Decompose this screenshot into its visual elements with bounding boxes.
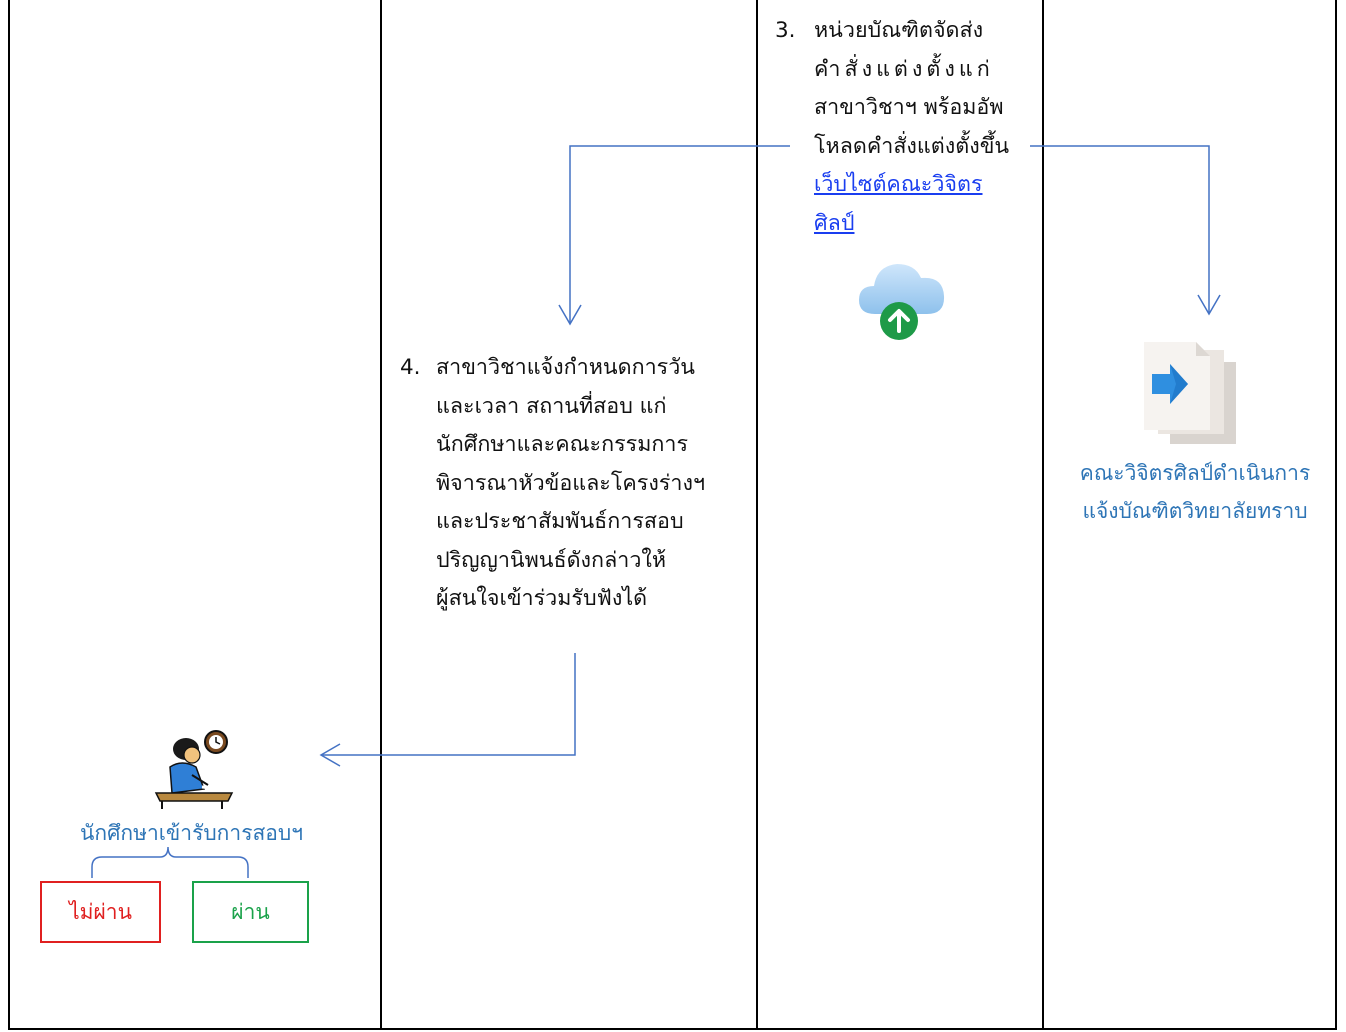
faculty-website-link[interactable]: เว็บไซต์คณะวิจิตร bbox=[814, 166, 1009, 205]
step-text-line: พิจารณาหัวข้อและโครงร่างฯ bbox=[436, 470, 706, 496]
faculty-notice-line: แจ้งบัณฑิตวิทยาลัยทราบ bbox=[1082, 499, 1308, 523]
step-number: 3. bbox=[775, 18, 796, 43]
step-text-line: และประชาสัมพันธ์การสอบ bbox=[436, 509, 684, 534]
step-text-line: สาขาวิชาฯ พร้อมอัพ bbox=[814, 95, 1004, 120]
step-text-line: หน่วยบัณฑิตจัดส่ง bbox=[814, 18, 984, 43]
faculty-notice: คณะวิจิตรศิลป์ดำเนินการ แจ้งบัณฑิตวิทยาล… bbox=[1060, 454, 1330, 530]
step-text-line: สาขาวิชาแจ้งกำหนดการวัน bbox=[436, 355, 695, 380]
pass-box: ผ่าน bbox=[192, 881, 309, 943]
student-exam-label: นักศึกษาเข้ารับการสอบฯ bbox=[80, 821, 304, 845]
cloud-upload-icon bbox=[859, 264, 945, 340]
fail-box: ไม่ผ่าน bbox=[40, 881, 161, 943]
faculty-notice-line: คณะวิจิตรศิลป์ดำเนินการ bbox=[1079, 461, 1311, 485]
step-text-line: ปริญญานิพนธ์ดังกล่าวให้ bbox=[436, 547, 667, 573]
arrow-to-student bbox=[322, 653, 576, 756]
student-writing-icon bbox=[154, 730, 234, 809]
step-number: 4. bbox=[400, 355, 421, 380]
faculty-website-link[interactable]: ศิลป์ bbox=[814, 205, 1009, 244]
branch-brace bbox=[91, 846, 249, 878]
step-text-line: โหลดคำสั่งแต่งตั้งขึ้น bbox=[814, 133, 1010, 159]
step-text-line: นักศึกษาและคณะกรรมการ bbox=[436, 432, 689, 457]
step-text-line: ผู้สนใจเข้าร่วมรับฟังได้ bbox=[436, 586, 648, 611]
step-text-line: และเวลา สถานที่สอบ แก่ bbox=[436, 393, 667, 419]
arrow-to-step4 bbox=[569, 145, 790, 323]
arrow-to-faculty bbox=[1030, 145, 1210, 313]
document-send-icon bbox=[1144, 342, 1236, 444]
step-text-line: คำสั่งแต่งตั้งแก่ bbox=[814, 56, 994, 82]
